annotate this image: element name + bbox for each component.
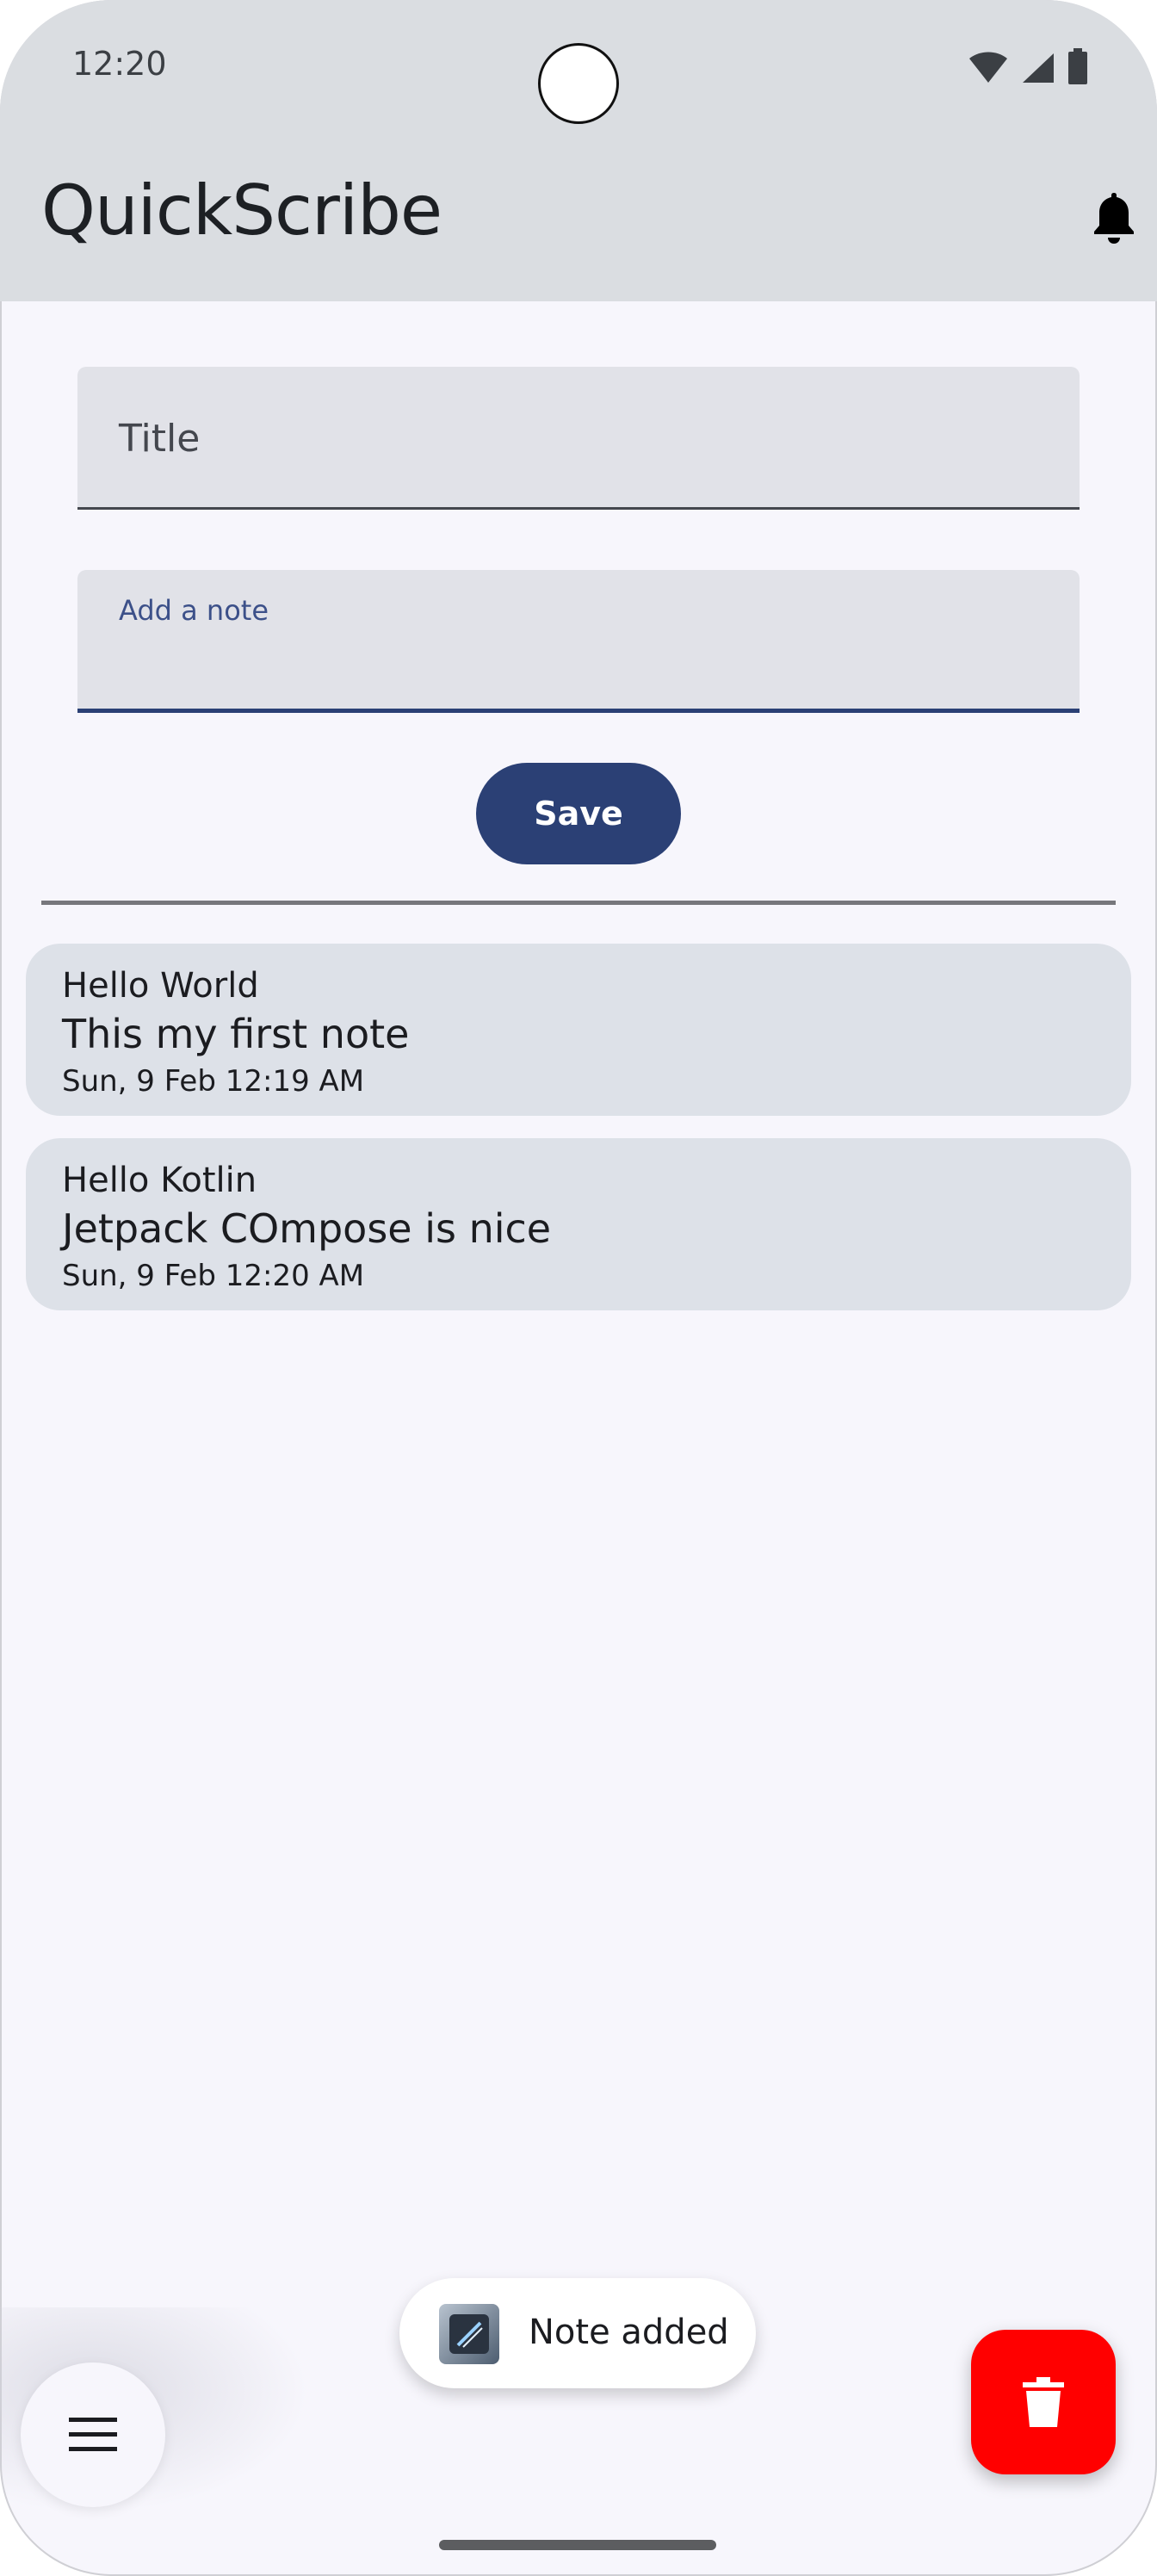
top-app-bar: 12:20 QuickScribe xyxy=(0,0,1157,301)
note-date: Sun, 9 Feb 12:20 AM xyxy=(62,1259,365,1293)
note-body: This my first note xyxy=(62,1011,410,1057)
status-time: 12:20 xyxy=(72,45,167,83)
battery-icon xyxy=(1068,48,1087,84)
menu-button[interactable] xyxy=(21,2362,165,2507)
status-icons xyxy=(968,48,1088,84)
note-title: Hello World xyxy=(62,966,259,1006)
delete-fab[interactable] xyxy=(971,2330,1116,2474)
trash-icon xyxy=(1023,2377,1064,2427)
toast-text: Note added xyxy=(529,2313,729,2352)
camera-cutout xyxy=(538,43,619,124)
note-card[interactable]: Hello World This my first note Sun, 9 Fe… xyxy=(26,944,1131,1116)
home-indicator[interactable] xyxy=(439,2540,716,2550)
note-date: Sun, 9 Feb 12:19 AM xyxy=(62,1064,365,1099)
note-body: Jetpack COmpose is nice xyxy=(62,1205,552,1252)
save-button[interactable]: Save xyxy=(476,763,681,864)
app-title: QuickScribe xyxy=(41,170,442,251)
app-icon xyxy=(439,2304,499,2364)
notification-bell-icon[interactable] xyxy=(1090,189,1138,245)
title-placeholder: Title xyxy=(119,417,201,461)
menu-icon xyxy=(69,2418,117,2451)
note-field[interactable]: Add a note xyxy=(77,570,1080,713)
title-field[interactable]: Title xyxy=(77,367,1080,510)
wifi-icon xyxy=(969,52,1007,83)
phone-screen: 12:20 QuickScribe Title Add a note Save xyxy=(0,0,1157,2576)
app-icon-glyph xyxy=(449,2314,489,2354)
note-field-label: Add a note xyxy=(119,594,269,627)
cellular-signal-icon xyxy=(1023,53,1054,83)
note-card[interactable]: Hello Kotlin Jetpack COmpose is nice Sun… xyxy=(26,1138,1131,1310)
divider xyxy=(41,901,1116,905)
toast-message: Note added xyxy=(399,2278,756,2388)
note-title: Hello Kotlin xyxy=(62,1161,257,1200)
